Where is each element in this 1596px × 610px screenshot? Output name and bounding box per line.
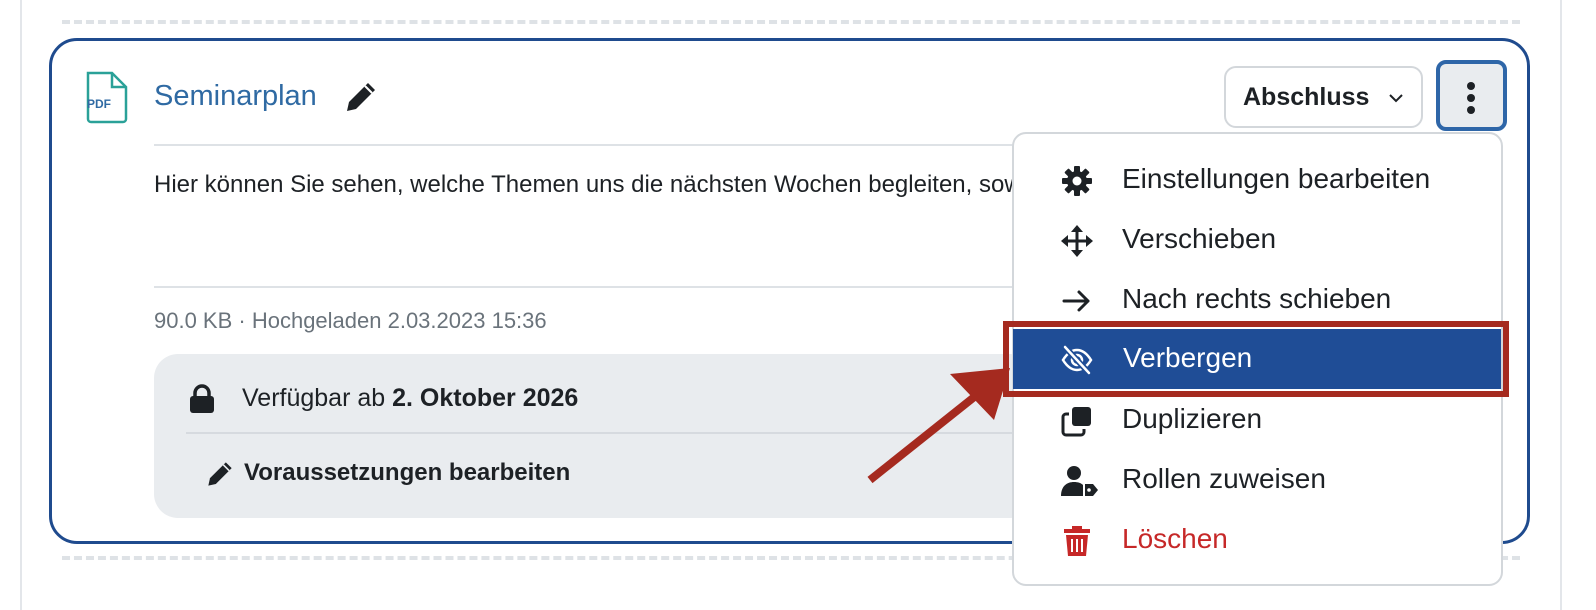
edit-conditions-pencil-icon [208,462,232,486]
gear-icon [1062,166,1092,196]
arrow-right-icon [1062,290,1090,312]
annotation-highlight-box [1003,321,1509,397]
section-left-border [20,0,22,610]
file-meta: 90.0 KB · Hochgeladen 2.03.2023 15:36 [154,308,547,333]
kebab-dot [1467,82,1475,90]
copy-icon [1061,407,1091,437]
trash-icon [1064,526,1090,556]
menu-item-edit-settings[interactable]: Einstellungen bearbeiten [1012,150,1503,210]
actions-menu-button[interactable] [1436,60,1507,131]
kebab-dot [1467,94,1475,102]
menu-item-label: Nach rechts schieben [1122,283,1392,314]
completion-label: Abschluss [1243,82,1370,111]
menu-item-label: Einstellungen bearbeiten [1122,163,1431,194]
section-divider-top [62,20,1520,24]
menu-item-label: Duplizieren [1122,403,1263,434]
chevron-down-icon [1389,94,1403,103]
annotation-arrow-icon [867,368,1010,484]
title-divider [154,144,1034,146]
pdf-file-icon: PDF [86,71,128,124]
menu-item-assign-roles[interactable]: Rollen zuweisen [1012,450,1503,510]
menu-item-move[interactable]: Verschieben [1012,210,1503,270]
edit-title-pencil-icon[interactable] [343,79,379,115]
svg-text:PDF: PDF [87,97,111,111]
activity-description: Hier können Sie sehen, welche Themen uns… [154,171,1024,198]
menu-item-duplicate[interactable]: Duplizieren [1012,390,1503,450]
activity-title-link[interactable]: Seminarplan [154,80,317,113]
menu-item-label: Löschen [1122,523,1228,554]
availability-date: 2. Oktober 2026 [392,384,579,412]
description-divider [154,286,1034,288]
menu-item-label: Rollen zuweisen [1122,463,1326,494]
lock-icon [190,384,214,413]
edit-conditions-link[interactable]: Voraussetzungen bearbeiten [244,459,570,487]
menu-item-label: Verschieben [1122,223,1277,254]
user-tag-icon [1061,466,1098,496]
section-right-border [1560,0,1562,610]
menu-item-delete[interactable]: Löschen [1012,510,1503,570]
kebab-dot [1467,106,1475,114]
move-icon [1061,225,1093,257]
completion-dropdown-button[interactable]: Abschluss [1224,66,1423,128]
availability-text: Verfügbar ab 2. Oktober 2026 [242,384,579,412]
